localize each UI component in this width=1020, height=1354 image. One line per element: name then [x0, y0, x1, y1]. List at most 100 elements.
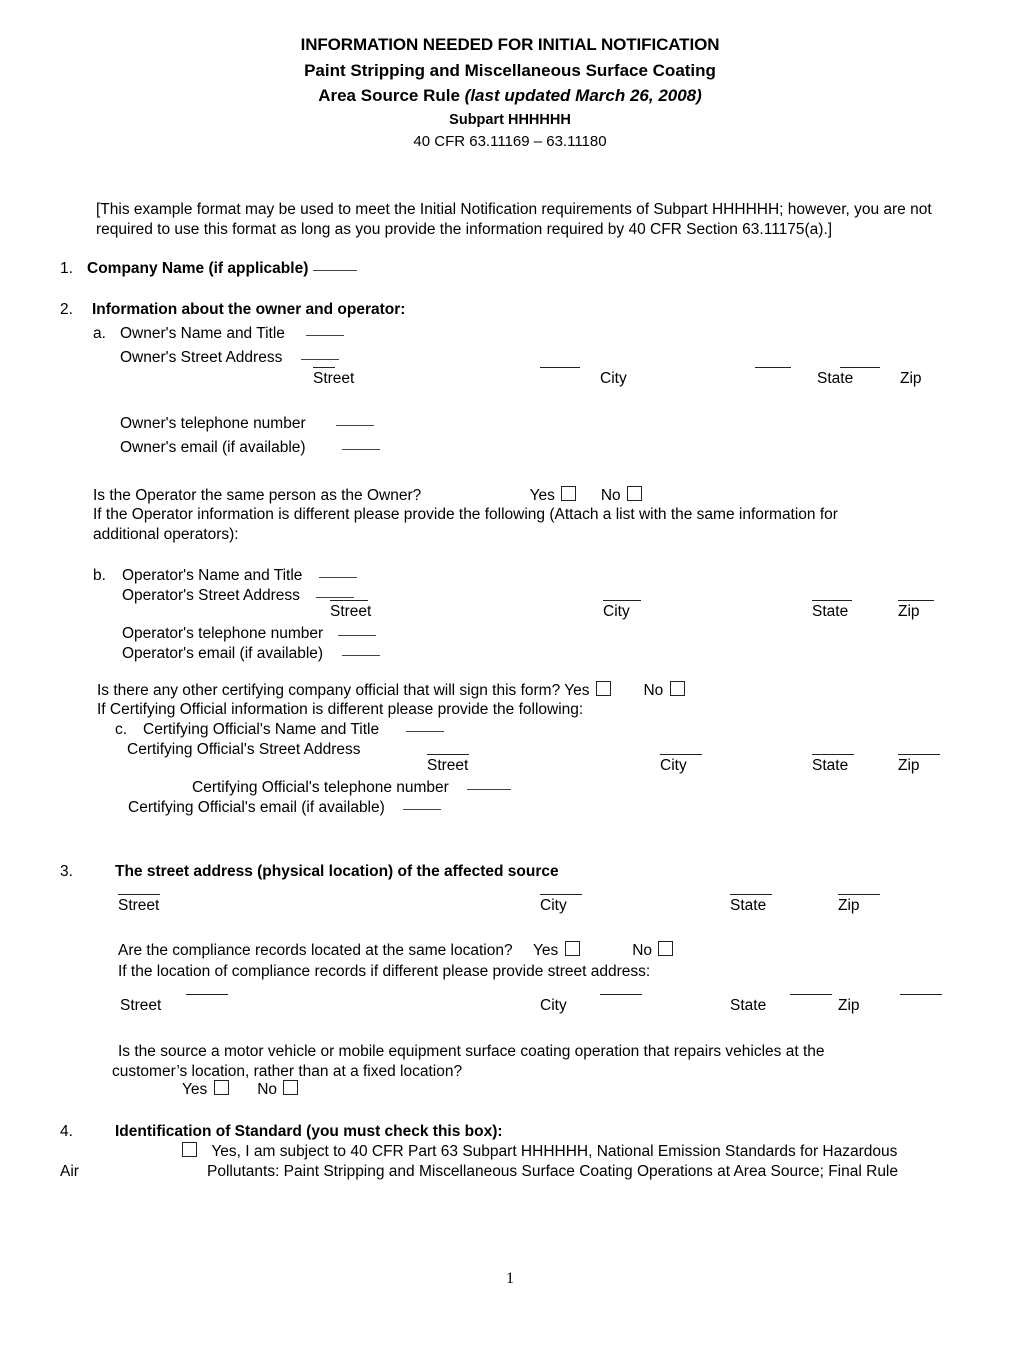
owner-street-cell: Street: [313, 356, 354, 389]
operator-zip-cell: Zip: [898, 589, 934, 622]
cfr-citation: 40 CFR 63.11169 – 63.11180: [413, 133, 607, 151]
records-state-cell: State: [730, 983, 832, 1016]
owner-email-row: Owner's email (if available): [120, 438, 381, 458]
records-zip-rule[interactable]: [900, 983, 942, 995]
source-address-label-row: Street City State Zip: [0, 883, 920, 925]
source-street-cell: Street: [118, 883, 160, 916]
operator-telephone-blank[interactable]: [337, 635, 376, 636]
intro-note: [This example format may be used to meet…: [96, 201, 932, 239]
item-4-number: 4.: [60, 1123, 73, 1140]
mobile-yes-label: Yes: [182, 1081, 208, 1098]
owner-email-blank[interactable]: [342, 449, 381, 450]
certifying-city-rule[interactable]: [660, 743, 702, 755]
records-city-cell: City: [540, 983, 642, 1016]
owner-zip-cell: Zip: [840, 356, 922, 389]
records-street-rule[interactable]: [186, 983, 228, 995]
standard-checkbox-text-line1: Yes, I am subject to 40 CFR Part 63 Subp…: [211, 1143, 898, 1160]
records-yes-checkbox[interactable]: [564, 941, 580, 956]
owner-zip-label: Zip: [900, 370, 922, 387]
source-state-rule[interactable]: [730, 883, 772, 895]
certifying-street-rule[interactable]: [427, 743, 469, 755]
operator-email-blank[interactable]: [341, 655, 380, 656]
last-updated: (last updated March 26, 2008): [464, 86, 702, 106]
records-no-checkbox[interactable]: [658, 941, 674, 956]
certifying-telephone-row: Certifying Official's telephone number: [192, 778, 512, 798]
item-2-label: Information about the owner and operator…: [92, 301, 406, 318]
operator-street-label: Street: [330, 603, 372, 620]
standard-checkbox-row: Yes, I am subject to 40 CFR Part 63 Subp…: [180, 1142, 897, 1162]
certifying-zip-rule[interactable]: [898, 743, 940, 755]
standard-subject-checkbox[interactable]: [182, 1142, 197, 1157]
records-street-cell: Street: [120, 983, 228, 1016]
certifying-email-blank[interactable]: [403, 809, 442, 810]
owner-telephone-row: Owner's telephone number: [120, 414, 375, 434]
operator-same-yes-checkbox[interactable]: [561, 486, 577, 501]
company-name-blank[interactable]: [312, 270, 357, 271]
mobile-question-line2: customer’s location, rather than at a fi…: [112, 1063, 463, 1080]
page-subtitle-rule: Area Source Rule (last updated March 26,…: [0, 85, 1020, 107]
certifying-telephone-blank[interactable]: [467, 789, 512, 790]
owner-state-cell: State: [755, 356, 853, 389]
operator-same-no-checkbox[interactable]: [626, 486, 642, 501]
certifying-name-title-row: Certifying Official's Name and Title: [143, 720, 444, 740]
records-state-rule[interactable]: [790, 983, 832, 995]
item-2c-marker: c.: [115, 721, 128, 738]
certifying-street-label: Street: [427, 757, 469, 774]
mobile-question-line1: Is the source a motor vehicle or mobile …: [118, 1043, 825, 1060]
owner-city-rule[interactable]: [540, 356, 580, 368]
item-4-label: Identification of Standard (you must che…: [115, 1123, 503, 1140]
operator-city-rule[interactable]: [603, 589, 641, 601]
certifying-zip-cell: Zip: [898, 743, 940, 776]
certifying-state-rule[interactable]: [812, 743, 854, 755]
operator-state-cell: State: [812, 589, 852, 622]
item-1-label: Company Name (if applicable): [87, 259, 357, 279]
certifying-no-label: No: [643, 682, 664, 699]
operator-zip-label: Zip: [898, 603, 920, 620]
operator-street-cell: Street: [330, 589, 371, 622]
owner-name-title-blank[interactable]: [305, 335, 344, 336]
certifying-name-title-blank[interactable]: [405, 731, 444, 732]
source-zip-rule[interactable]: [838, 883, 880, 895]
owner-address-label-row: Street City State Zip: [0, 356, 922, 398]
records-question-row: Are the compliance records located at th…: [118, 941, 675, 961]
certifying-yes-checkbox[interactable]: [595, 681, 611, 696]
operator-email-row: Operator's email (if available): [122, 644, 380, 664]
operator-zip-rule[interactable]: [898, 589, 934, 601]
operator-different-note: If the Operator information is different…: [93, 506, 838, 544]
source-street-rule[interactable]: [118, 883, 160, 895]
source-city-label: City: [540, 897, 567, 914]
operator-telephone-row: Operator's telephone number: [122, 624, 376, 644]
owner-telephone-blank[interactable]: [336, 425, 375, 426]
subpart-label: Subpart HHHHHH: [449, 111, 571, 128]
certifying-email-row: Certifying Official's email (if availabl…: [128, 798, 442, 818]
source-city-rule[interactable]: [540, 883, 582, 895]
records-city-rule[interactable]: [600, 983, 642, 995]
owner-state-rule[interactable]: [755, 356, 791, 368]
operator-name-title-blank[interactable]: [319, 577, 358, 578]
certifying-street-cell: Street: [427, 743, 469, 776]
item-3-number: 3.: [60, 863, 73, 880]
certifying-note: If Certifying Official information is di…: [97, 701, 584, 718]
certifying-yes-label: Yes: [564, 682, 590, 699]
owner-city-cell: City: [540, 356, 627, 389]
mobile-no-label: No: [257, 1081, 278, 1098]
owner-zip-rule[interactable]: [840, 356, 880, 368]
item-2a-marker: a.: [93, 325, 106, 342]
mobile-no-checkbox[interactable]: [283, 1080, 299, 1095]
source-zip-cell: Zip: [838, 883, 880, 916]
certifying-no-checkbox[interactable]: [669, 681, 685, 696]
records-city-label: City: [540, 997, 567, 1014]
certifying-state-cell: State: [812, 743, 854, 776]
operator-city-cell: City: [603, 589, 641, 622]
mobile-yes-checkbox[interactable]: [213, 1080, 229, 1095]
operator-state-rule[interactable]: [812, 589, 852, 601]
mobile-answer-row: Yes No: [182, 1080, 300, 1100]
operator-street-rule[interactable]: [330, 589, 368, 601]
certifying-state-label: State: [812, 757, 849, 774]
certifying-zip-label: Zip: [898, 757, 920, 774]
owner-street-rule[interactable]: [313, 356, 335, 368]
standard-left-word: Air: [60, 1163, 79, 1180]
operator-same-question-row: Is the Operator the same person as the O…: [93, 486, 644, 506]
records-state-label: State: [730, 997, 767, 1014]
item-3-label: The street address (physical location) o…: [115, 863, 559, 880]
